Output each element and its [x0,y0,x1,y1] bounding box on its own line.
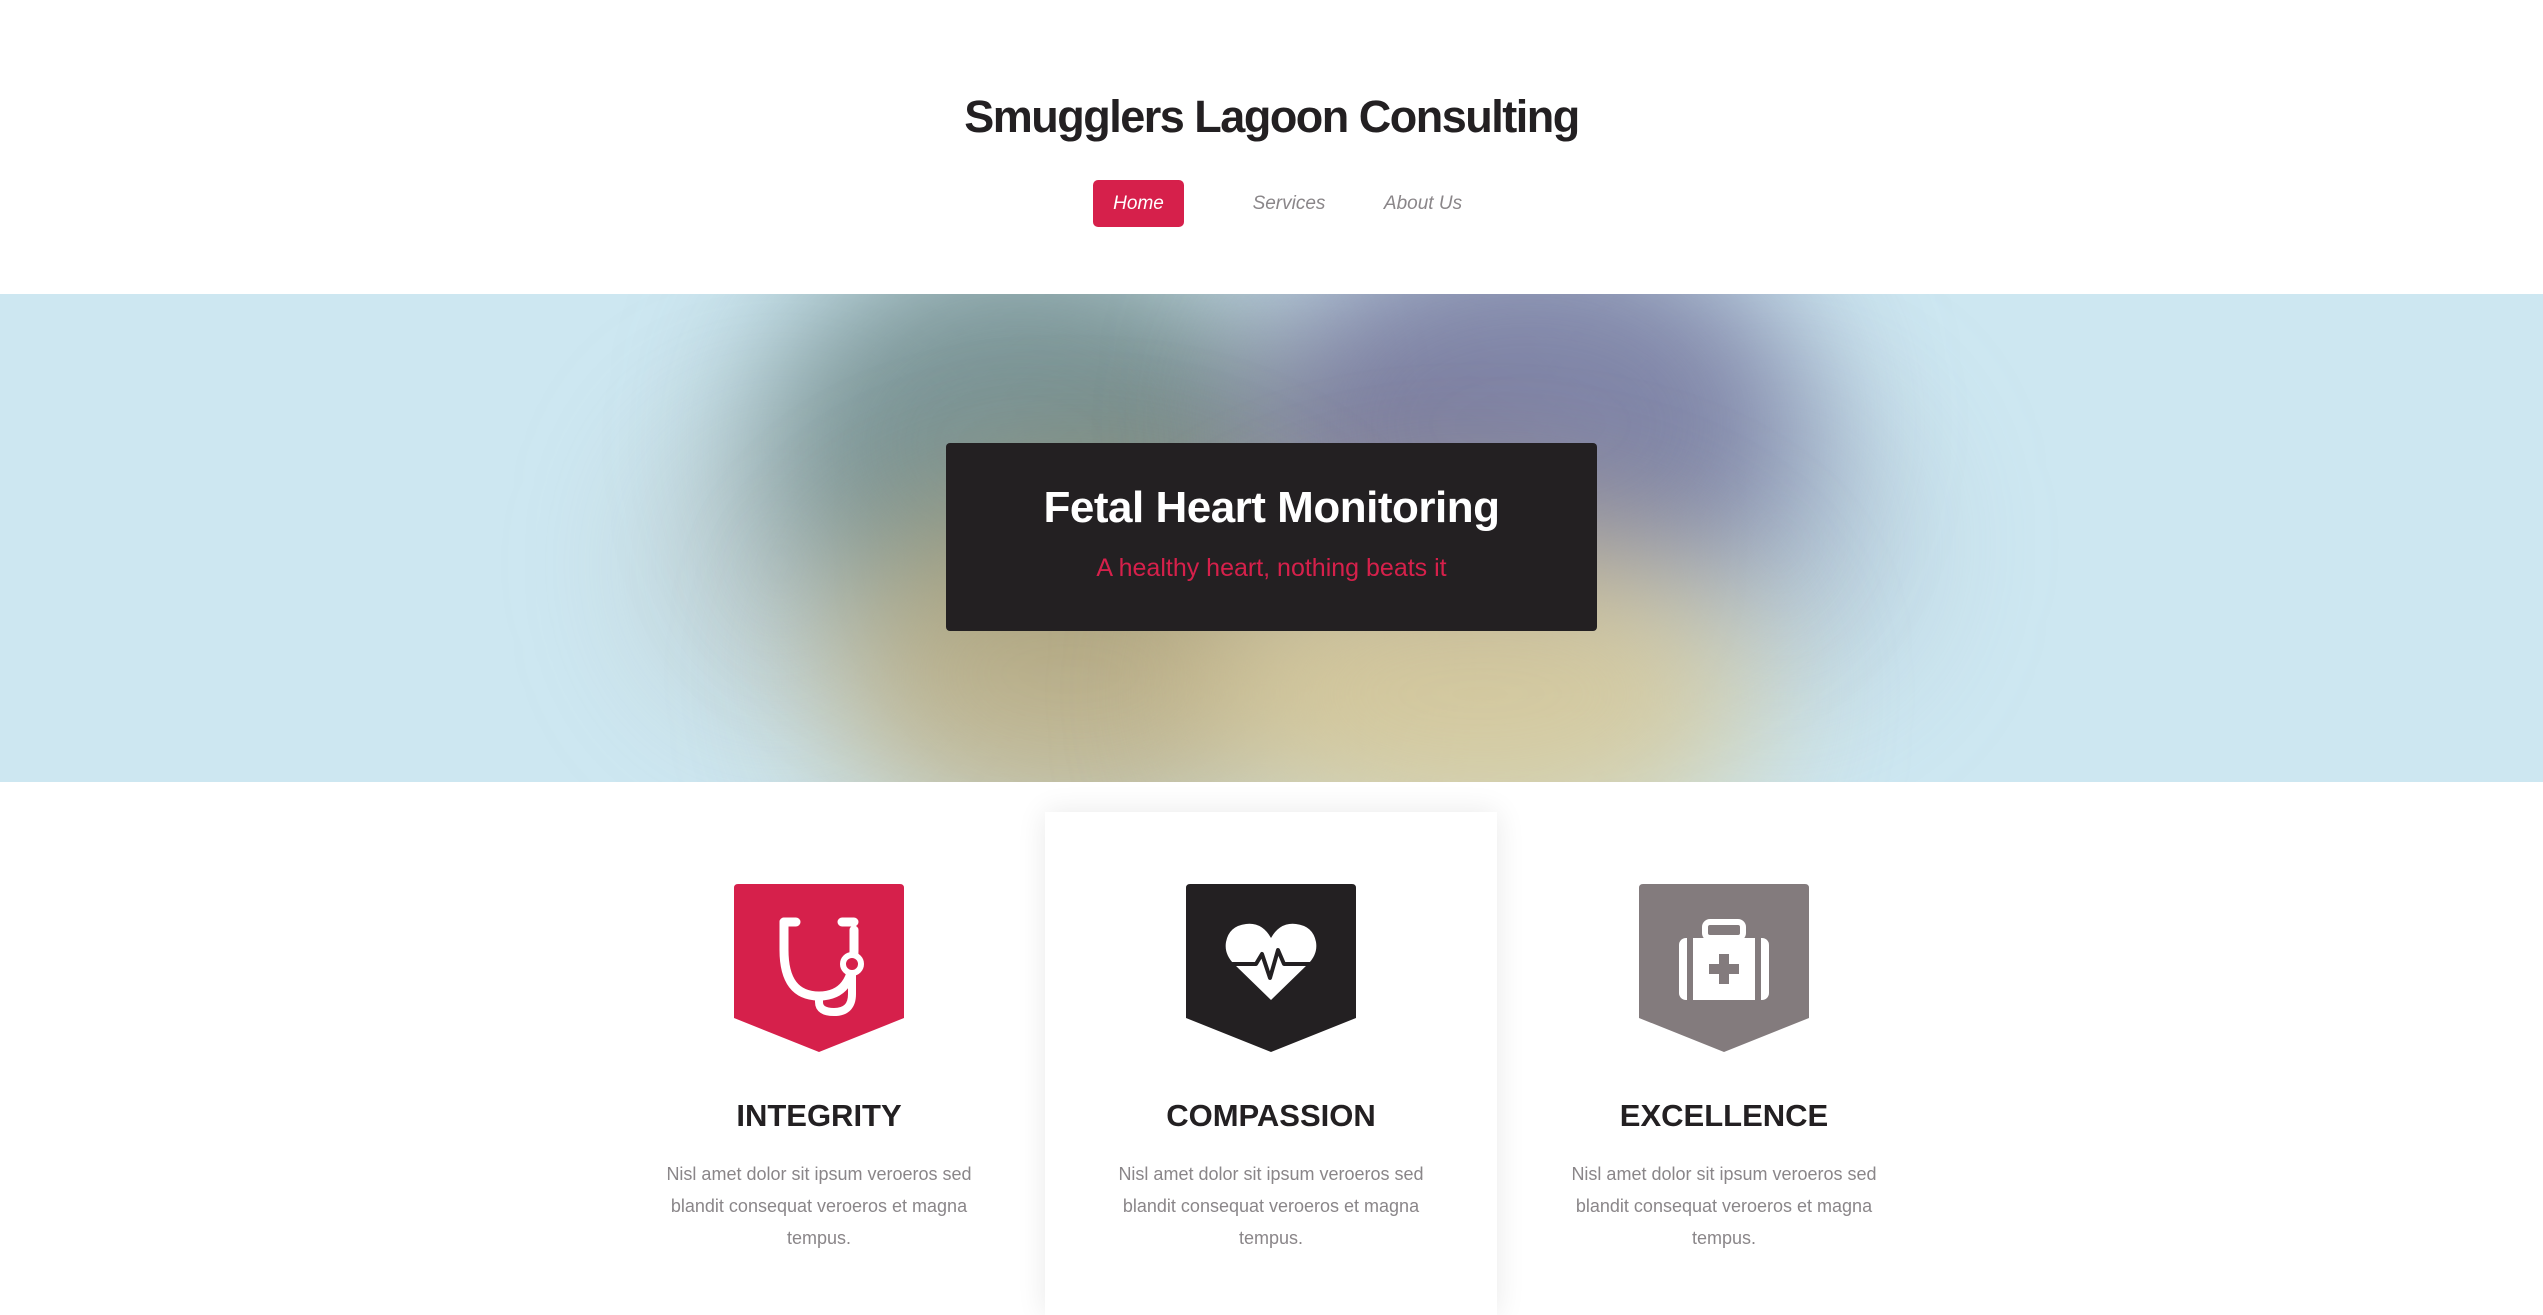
feature-excellence: EXCELLENCE Nisl amet dolor sit ipsum ver… [1498,782,1950,1315]
nav-item-services[interactable]: Services [1244,180,1334,227]
feature-title: INTEGRITY [736,1098,902,1133]
nav-item-about-us[interactable]: About Us [1378,180,1468,227]
features-section: INTEGRITY Nisl amet dolor sit ipsum vero… [0,782,2543,1315]
stethoscope-icon [734,884,904,1052]
site-title[interactable]: Smugglers Lagoon Consulting [0,86,2543,148]
banner-caption-box: Fetal Heart Monitoring A healthy heart, … [946,443,1597,631]
feature-description: Nisl amet dolor sit ipsum veroeros sed b… [1571,1164,1877,1248]
feature-compassion: COMPASSION Nisl amet dolor sit ipsum ver… [1045,812,1497,1315]
main-nav: Home Services About Us [0,180,2543,227]
nav-item-home[interactable]: Home [1093,180,1184,227]
feature-integrity: INTEGRITY Nisl amet dolor sit ipsum vero… [593,782,1045,1315]
site-header: Smugglers Lagoon Consulting Home Service… [0,0,2543,294]
medkit-icon [1639,884,1809,1052]
heartbeat-icon [1186,884,1356,1052]
feature-title: COMPASSION [1166,1098,1376,1133]
feature-title: EXCELLENCE [1619,1098,1829,1133]
banner-subtitle: A healthy heart, nothing beats it [1096,554,1447,582]
hero-banner: Fetal Heart Monitoring A healthy heart, … [0,294,2543,782]
banner-title: Fetal Heart Monitoring [1043,483,1500,532]
feature-description: Nisl amet dolor sit ipsum veroeros sed b… [1118,1164,1424,1248]
feature-description: Nisl amet dolor sit ipsum veroeros sed b… [666,1164,972,1248]
